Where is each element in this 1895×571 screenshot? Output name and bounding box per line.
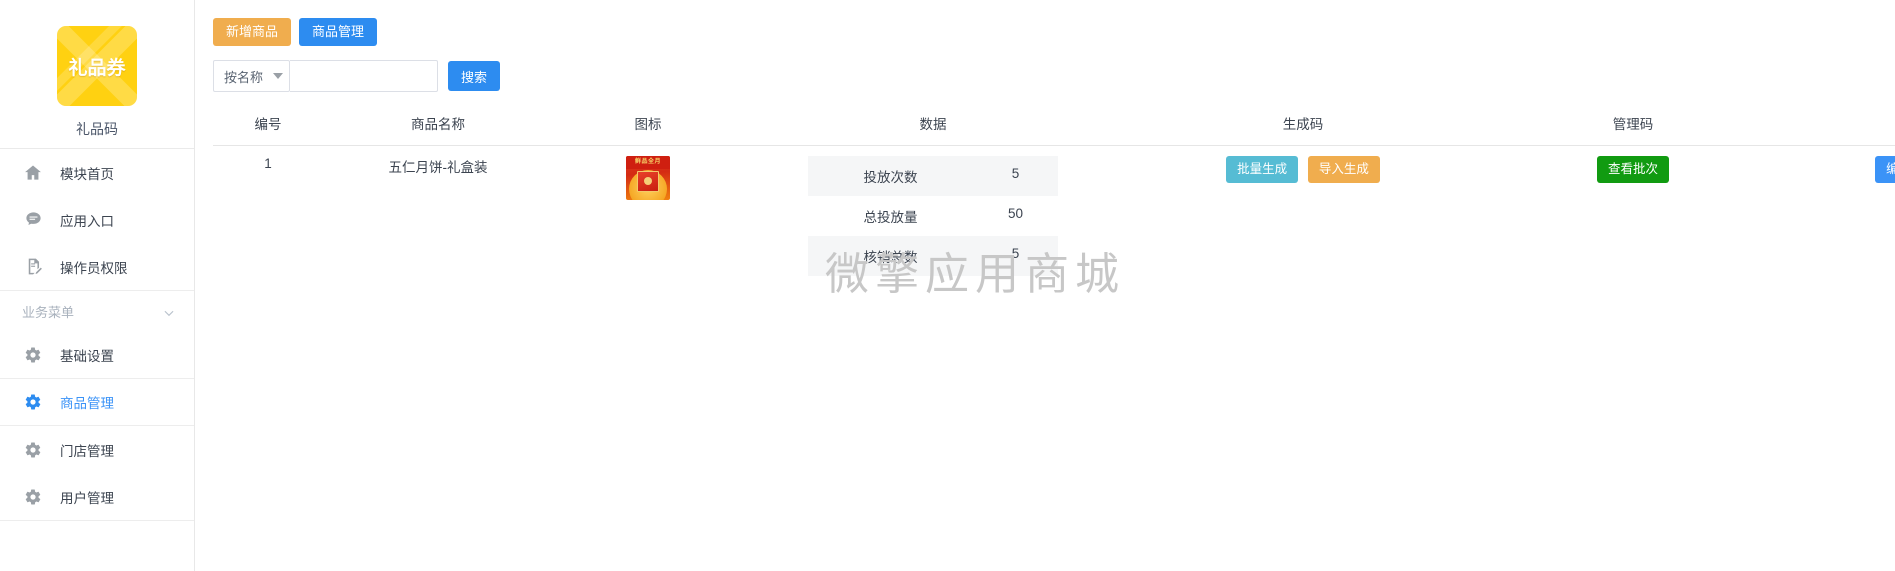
statistic-value: 5 [1011,166,1020,182]
product-thumbnail-icon: 鲜品全月 [626,156,670,201]
cell-operations: 编辑 删除 [1783,146,1895,287]
batch-generate-button[interactable]: 批量生成 [1226,156,1299,183]
sidebar-item-store-management[interactable]: 门店管理 [0,426,194,473]
view-batches-button[interactable]: 查看批次 [1596,156,1669,183]
logo-text: 礼品券 [68,57,126,79]
primary-menu: 模块首页 应用入口 操作员权限 业务菜单 基础设置 商品管理 门店管理 用户管理 [0,149,194,542]
cell-product-icon: 鲜品全月 [553,146,743,287]
search-field-select[interactable]: 按名称 [213,60,291,93]
table-body: 1 五仁月饼-礼盒装 鲜品全月 投放次数 5 总投放量 50 核销总数 5 批量… [213,146,1895,287]
sidebar-item-module-home[interactable]: 模块首页 [0,149,194,196]
thumbnail-banner: 鲜品全月 [626,156,670,170]
add-product-button[interactable]: 新增商品 [213,18,292,47]
sidebar-item-label: 应用入口 [60,213,114,229]
home-icon [22,162,44,184]
sidebar-item-app-entry[interactable]: 应用入口 [0,196,194,243]
table-row: 1 五仁月饼-礼盒装 鲜品全月 投放次数 5 总投放量 50 核销总数 5 批量… [213,146,1895,287]
edit-button[interactable]: 编辑 [1875,156,1895,183]
import-generate-button[interactable]: 导入生成 [1307,156,1380,183]
sidebar-item-operator-permission[interactable]: 操作员权限 [0,243,194,290]
cell-manage-code: 查看批次 [1483,146,1783,287]
product-management-button[interactable]: 商品管理 [299,18,378,47]
statistic-value: 5 [1011,246,1020,262]
column-header-id: 编号 [213,104,323,147]
sidebar-item-label: 门店管理 [60,443,114,459]
sidebar-item-label: 操作员权限 [60,260,128,276]
column-header-mgrcode: 管理码 [1483,104,1783,147]
search-bar: 按名称 搜索 [213,60,1895,93]
products-table: 编号 商品名称 图标 数据 生成码 管理码 操作 1 五仁月饼-礼盒装 [213,104,1895,286]
cell-generate-code: 批量生成 导入生成 [1123,146,1483,287]
table-header-row: 编号 商品名称 图标 数据 生成码 管理码 操作 [213,104,1895,147]
statistic-label: 总投放量 [863,210,918,226]
column-header-data: 数据 [743,104,1123,147]
gear-icon [22,391,44,413]
sidebar-item-label: 基础设置 [60,349,114,364]
main-content: 新增商品 商品管理 按名称 搜索 编号 商品名称 图标 数据 生成码 管理码 1… [195,0,1895,571]
statistics-table: 投放次数 5 总投放量 50 核销总数 5 [808,156,1058,277]
statistic-value: 50 [1007,206,1024,222]
search-field-select-value: 按名称 [224,69,264,85]
sidebar-item-user-management[interactable]: 用户管理 [0,473,194,520]
column-header-icon: 图标 [553,104,743,147]
app-root: 礼品券 礼品码 模块首页 应用入口 操作员权限 业务菜单 基础设置 商品管理 门… [0,0,1895,571]
cell-product-name: 五仁月饼-礼盒装 [388,160,488,176]
statistic-row: 核销总数 5 [808,236,1058,277]
thumbnail-box [637,171,659,193]
statistic-label: 投放次数 [863,170,918,186]
sidebar-bottom-divider [0,520,194,542]
column-header-name: 商品名称 [323,104,553,147]
sidebar-item-basic-settings[interactable]: 基础设置 [0,332,194,379]
sidebar-group-business-menu[interactable]: 业务菜单 [0,290,194,332]
action-toolbar: 新增商品 商品管理 [213,18,1895,47]
document-edit-icon [22,256,44,278]
column-header-gencode: 生成码 [1123,104,1483,147]
cell-statistics: 投放次数 5 总投放量 50 核销总数 5 [743,146,1123,287]
gear-icon [22,486,44,508]
statistic-label: 核销总数 [863,250,918,266]
sidebar-item-label: 商品管理 [60,396,114,411]
sidebar-group-label: 业务菜单 [22,305,75,320]
gear-icon [22,344,44,366]
table-header: 编号 商品名称 图标 数据 生成码 管理码 操作 [213,104,1895,147]
chevron-down-icon [273,73,284,80]
cell-id: 1 [264,156,272,172]
sidebar: 礼品券 礼品码 模块首页 应用入口 操作员权限 业务菜单 基础设置 商品管理 门… [0,0,195,571]
search-button[interactable]: 搜索 [448,61,501,92]
app-name: 礼品码 [76,121,118,137]
sidebar-item-product-management[interactable]: 商品管理 [0,379,194,426]
search-input[interactable] [290,60,439,93]
chevron-down-icon [162,306,174,318]
statistic-row: 总投放量 50 [808,196,1058,237]
sidebar-item-label: 模块首页 [60,166,114,182]
gear-icon [22,439,44,461]
statistic-row: 投放次数 5 [808,156,1058,197]
app-logo: 礼品券 [57,26,137,106]
column-header-ops: 操作 [1783,104,1895,147]
brand-header: 礼品券 礼品码 [0,0,194,149]
sidebar-item-label: 用户管理 [60,490,114,506]
chat-icon [22,209,44,231]
